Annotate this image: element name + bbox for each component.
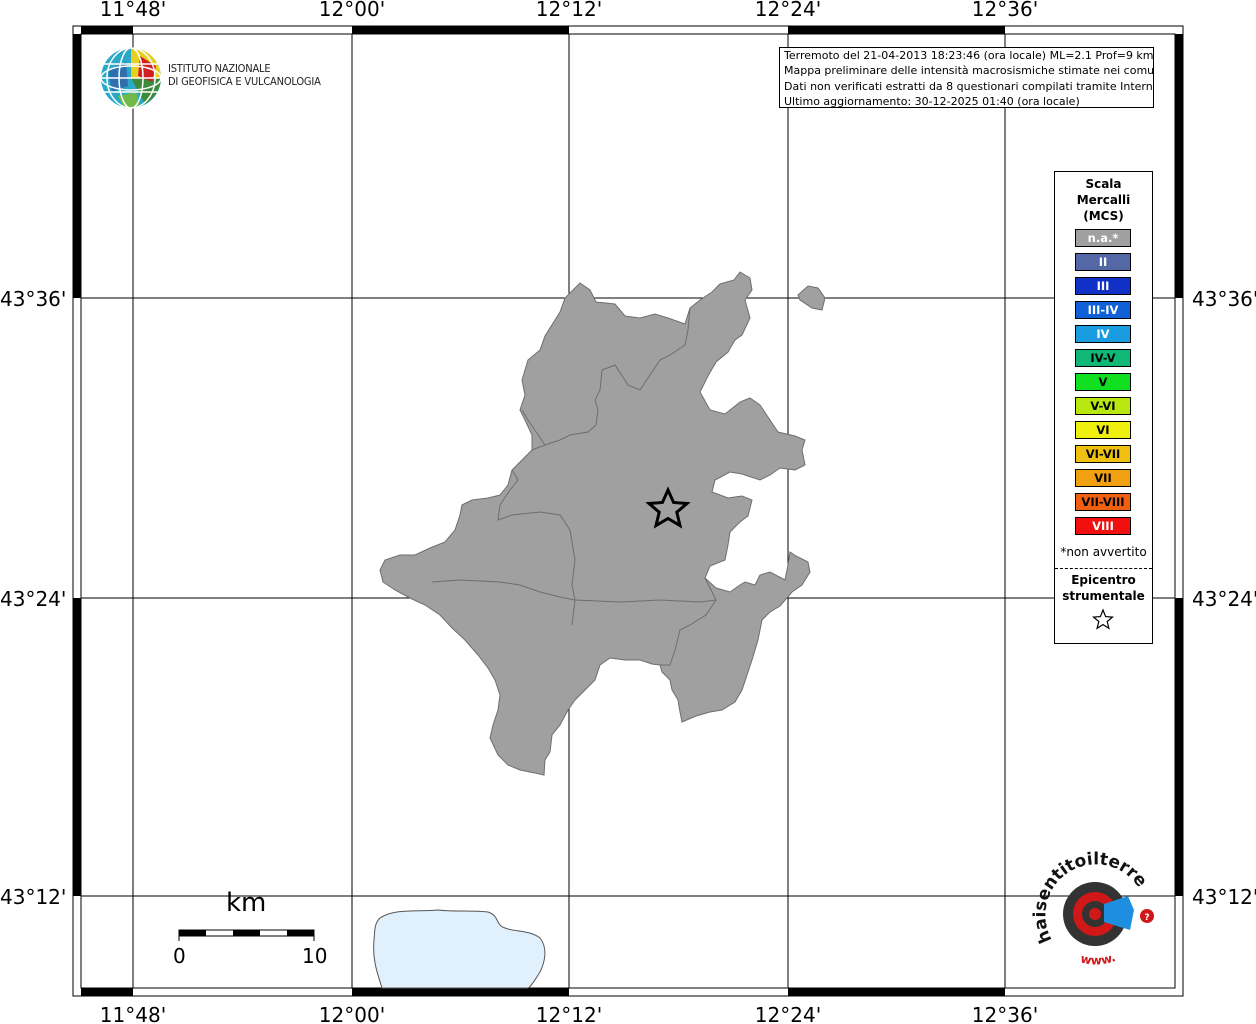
lon-labels-top: 11°48' 12°00' 12°12' 12°24' 12°36' bbox=[100, 0, 1038, 21]
lon-label: 12°12' bbox=[536, 1003, 602, 1024]
institute-line2: DI GEOFISICA E VULCANOLOGIA bbox=[168, 75, 321, 88]
lon-labels-bottom: 11°48' 12°00' 12°12' 12°24' 12°36' bbox=[100, 1003, 1038, 1024]
legend-title: Scala Mercalli (MCS) bbox=[1055, 176, 1152, 224]
lon-label: 12°00' bbox=[319, 0, 385, 21]
legend-title-line: (MCS) bbox=[1083, 209, 1124, 223]
legend-item: III bbox=[1075, 277, 1131, 295]
lat-label: 43°36' bbox=[0, 287, 66, 311]
legend-item: n.a.* bbox=[1075, 229, 1131, 247]
lat-labels-left: 43°36' 43°24' 43°12' bbox=[0, 287, 66, 909]
legend-note: *non avvertito bbox=[1060, 545, 1147, 559]
legend-separator bbox=[1055, 568, 1152, 569]
lat-label: 43°24' bbox=[1192, 587, 1256, 611]
lat-label: 43°12' bbox=[1192, 885, 1256, 909]
lat-label: 43°36' bbox=[1192, 287, 1256, 311]
lon-label: 12°00' bbox=[319, 1003, 385, 1024]
legend-title-line: Mercalli bbox=[1076, 193, 1131, 207]
scale-min: 0 bbox=[173, 944, 186, 968]
event-info-line: Mappa preliminare delle intensità macros… bbox=[784, 64, 1154, 78]
legend-item: II bbox=[1075, 253, 1131, 271]
scale-max: 10 bbox=[302, 944, 328, 968]
event-info-line: Dati non verificati estratti da 8 questi… bbox=[784, 79, 1154, 93]
legend-item: IV bbox=[1075, 325, 1131, 343]
lon-label: 12°24' bbox=[755, 0, 821, 21]
mcs-legend: Scala Mercalli (MCS) n.a.* II III III-IV IV I… bbox=[1054, 171, 1153, 644]
event-info-line: Ultimo aggiornamento: 30-12-2025 01:40 (… bbox=[784, 94, 1080, 108]
ingv-logo-icon bbox=[100, 47, 162, 109]
legend-item: VII-VIII bbox=[1075, 493, 1131, 511]
legend-item: V-VI bbox=[1075, 397, 1131, 415]
legend-epicentre-line: Epicentro bbox=[1071, 573, 1136, 587]
institute-line1: ISTITUTO NAZIONALE bbox=[168, 62, 271, 75]
scale-unit: km bbox=[226, 888, 267, 918]
legend-title-line: Scala bbox=[1085, 177, 1122, 191]
lon-label: 12°36' bbox=[972, 1003, 1038, 1024]
legend-item: VI-VII bbox=[1075, 445, 1131, 463]
star-icon bbox=[1091, 608, 1115, 630]
lat-label: 43°24' bbox=[0, 587, 66, 611]
legend-epicentre-label: Epicentro strumentale bbox=[1055, 572, 1152, 604]
lat-labels-right: 43°36' 43°24' 43°12' bbox=[1192, 287, 1256, 909]
legend-item: VI bbox=[1075, 421, 1131, 439]
legend-item: V bbox=[1075, 373, 1131, 391]
lon-label: 12°24' bbox=[755, 1003, 821, 1024]
legend-epicentre-line: strumentale bbox=[1062, 589, 1145, 603]
legend-item: IV-V bbox=[1075, 349, 1131, 367]
legend-item: III-IV bbox=[1075, 301, 1131, 319]
lat-label: 43°12' bbox=[0, 885, 66, 909]
lon-label: 11°48' bbox=[100, 1003, 166, 1024]
event-info-line: Terremoto del 21-04-2013 18:23:46 (ora l… bbox=[784, 49, 1154, 62]
lon-label: 11°48' bbox=[100, 0, 166, 21]
institute-name: ISTITUTO NAZIONALE DI GEOFISICA E VULCAN… bbox=[168, 62, 321, 88]
svg-text:?: ? bbox=[1144, 913, 1149, 923]
lon-label: 12°36' bbox=[972, 0, 1038, 21]
event-info-box: Terremoto del 21-04-2013 18:23:46 (ora l… bbox=[779, 47, 1154, 108]
legend-item: VII bbox=[1075, 469, 1131, 487]
legend-item: VIII bbox=[1075, 517, 1131, 535]
lon-label: 12°12' bbox=[536, 0, 602, 21]
